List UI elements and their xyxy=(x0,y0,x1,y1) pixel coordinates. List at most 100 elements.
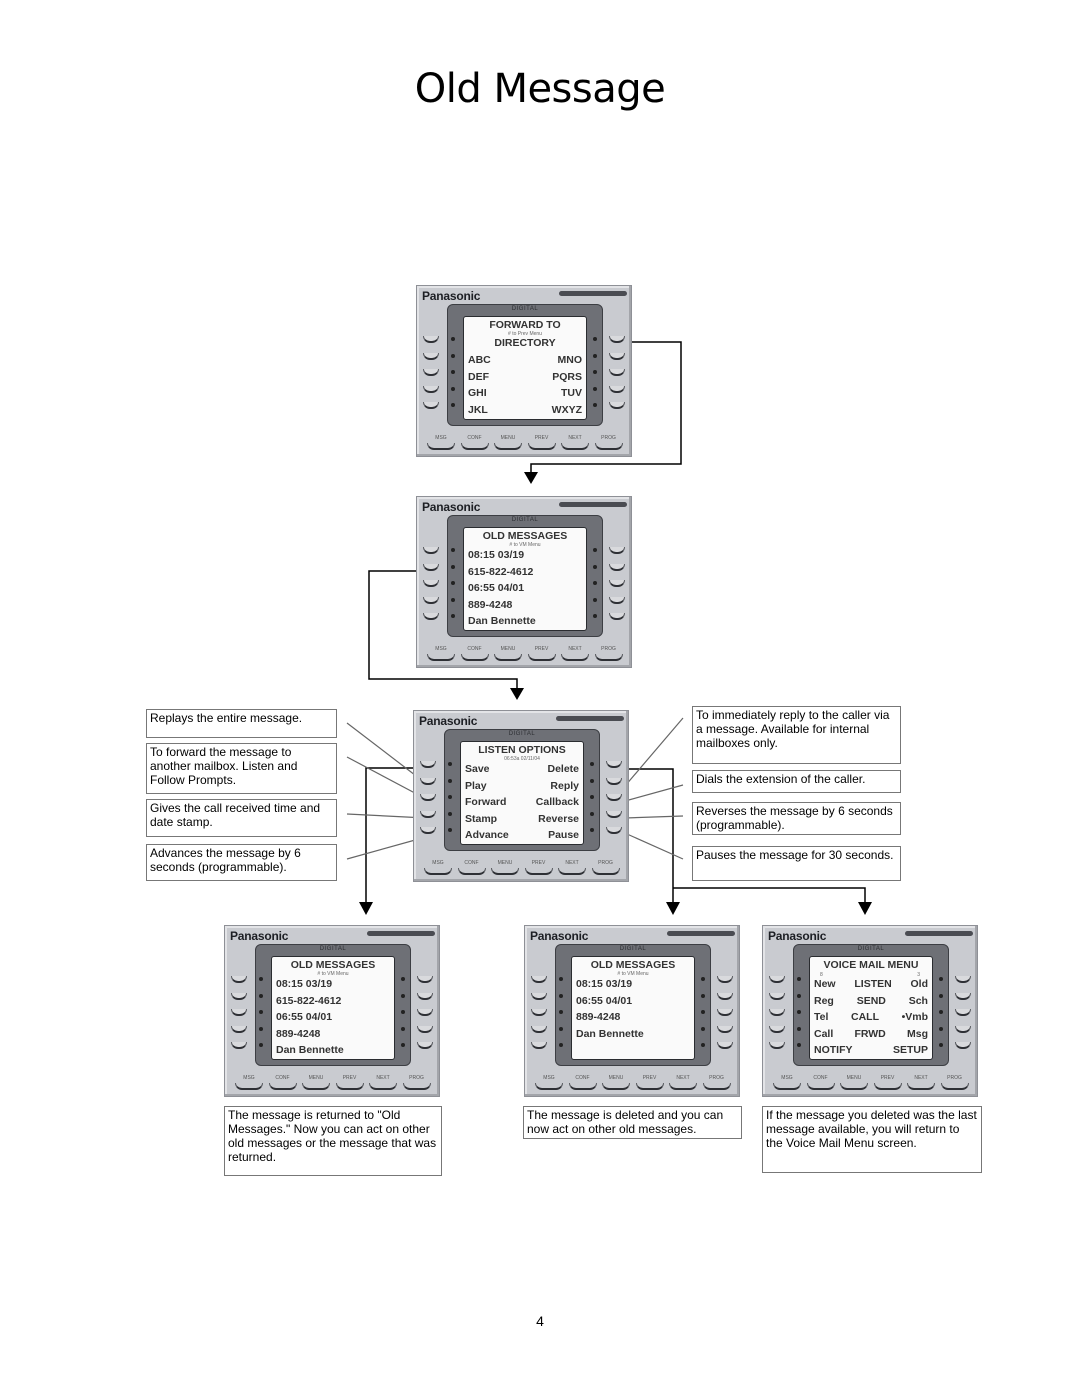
left-soft-key-3[interactable] xyxy=(769,1009,785,1016)
right-soft-key-3[interactable] xyxy=(417,1009,433,1016)
right-soft-key-1[interactable] xyxy=(955,976,971,983)
left-soft-key-4[interactable] xyxy=(423,385,439,393)
right-soft-key-4[interactable] xyxy=(609,596,625,604)
right-soft-key-3[interactable] xyxy=(609,369,625,376)
function-key-msg[interactable] xyxy=(235,1083,263,1090)
function-key-prev[interactable] xyxy=(635,1083,664,1090)
right-soft-key-2[interactable] xyxy=(417,992,433,1000)
left-soft-key-5[interactable] xyxy=(769,1042,785,1049)
right-soft-key-2[interactable] xyxy=(609,563,625,571)
function-key-next[interactable] xyxy=(561,443,589,450)
left-soft-key-2[interactable] xyxy=(531,992,547,1000)
function-key-prog[interactable] xyxy=(591,868,620,875)
function-key-conf[interactable] xyxy=(460,443,489,450)
left-soft-key-5[interactable] xyxy=(531,1042,547,1049)
function-key-prog[interactable] xyxy=(702,1083,731,1090)
left-soft-key-3[interactable] xyxy=(231,1009,247,1016)
function-key-menu[interactable] xyxy=(491,868,519,875)
function-key-menu[interactable] xyxy=(494,443,522,450)
left-soft-key-2[interactable] xyxy=(231,992,247,1000)
function-key-msg[interactable] xyxy=(535,1083,563,1090)
left-soft-key-2[interactable] xyxy=(420,777,436,785)
right-soft-key-4[interactable] xyxy=(609,385,625,393)
left-soft-key-1[interactable] xyxy=(769,976,785,983)
left-soft-key-3[interactable] xyxy=(420,794,436,801)
function-key-msg[interactable] xyxy=(427,443,455,450)
function-key-menu[interactable] xyxy=(840,1083,868,1090)
left-soft-key-3[interactable] xyxy=(423,369,439,376)
phone-forward-to-directory: Panasonic DIGITAL FORWARD TO # to Prev Menu… xyxy=(416,285,632,457)
right-soft-key-4[interactable] xyxy=(717,1025,733,1033)
right-key-led xyxy=(401,1010,405,1014)
function-key-conf[interactable] xyxy=(268,1083,297,1090)
function-key-prev[interactable] xyxy=(524,868,553,875)
right-soft-key-1[interactable] xyxy=(717,976,733,983)
function-key-prog[interactable] xyxy=(940,1083,969,1090)
menu-right-label: Msg xyxy=(906,1027,928,1040)
right-soft-key-3[interactable] xyxy=(609,580,625,587)
right-soft-key-4[interactable] xyxy=(606,810,622,818)
function-key-next[interactable] xyxy=(558,868,586,875)
left-soft-key-4[interactable] xyxy=(423,596,439,604)
function-key-prog[interactable] xyxy=(594,443,623,450)
right-soft-key-5[interactable] xyxy=(609,402,625,409)
right-soft-key-5[interactable] xyxy=(417,1042,433,1049)
left-soft-key-2[interactable] xyxy=(423,563,439,571)
left-soft-key-5[interactable] xyxy=(420,827,436,834)
left-soft-key-3[interactable] xyxy=(531,1009,547,1016)
right-soft-key-2[interactable] xyxy=(717,992,733,1000)
right-soft-key-5[interactable] xyxy=(606,827,622,834)
function-key-msg[interactable] xyxy=(424,868,452,875)
right-soft-key-2[interactable] xyxy=(606,777,622,785)
function-key-conf[interactable] xyxy=(457,868,486,875)
left-soft-key-4[interactable] xyxy=(769,1025,785,1033)
function-key-prev[interactable] xyxy=(527,654,556,661)
function-key-prev[interactable] xyxy=(527,443,556,450)
function-key-prog[interactable] xyxy=(402,1083,431,1090)
right-soft-key-2[interactable] xyxy=(609,352,625,360)
left-soft-key-4[interactable] xyxy=(420,810,436,818)
menu-right-label: Sch xyxy=(908,994,928,1007)
left-soft-key-1[interactable] xyxy=(420,761,436,768)
left-soft-key-5[interactable] xyxy=(423,402,439,409)
left-soft-key-2[interactable] xyxy=(423,352,439,360)
right-soft-key-1[interactable] xyxy=(609,547,625,554)
right-soft-key-3[interactable] xyxy=(606,794,622,801)
function-key-msg[interactable] xyxy=(773,1083,801,1090)
right-soft-key-5[interactable] xyxy=(955,1042,971,1049)
right-soft-key-4[interactable] xyxy=(417,1025,433,1033)
function-key-conf[interactable] xyxy=(460,654,489,661)
function-key-next[interactable] xyxy=(561,654,589,661)
right-soft-key-5[interactable] xyxy=(717,1042,733,1049)
function-key-prog[interactable] xyxy=(594,654,623,661)
left-soft-key-5[interactable] xyxy=(423,613,439,620)
right-soft-key-3[interactable] xyxy=(955,1009,971,1016)
right-soft-key-1[interactable] xyxy=(609,336,625,343)
function-key-next[interactable] xyxy=(907,1083,935,1090)
right-soft-key-1[interactable] xyxy=(417,976,433,983)
function-key-next[interactable] xyxy=(669,1083,697,1090)
function-key-menu[interactable] xyxy=(602,1083,630,1090)
left-soft-key-1[interactable] xyxy=(231,976,247,983)
left-soft-key-4[interactable] xyxy=(531,1025,547,1033)
right-soft-key-1[interactable] xyxy=(606,761,622,768)
function-key-msg[interactable] xyxy=(427,654,455,661)
left-soft-key-4[interactable] xyxy=(231,1025,247,1033)
right-soft-key-2[interactable] xyxy=(955,992,971,1000)
function-key-prev[interactable] xyxy=(335,1083,364,1090)
function-key-next[interactable] xyxy=(369,1083,397,1090)
right-soft-key-3[interactable] xyxy=(717,1009,733,1016)
function-key-menu[interactable] xyxy=(494,654,522,661)
left-soft-key-5[interactable] xyxy=(231,1042,247,1049)
right-soft-key-4[interactable] xyxy=(955,1025,971,1033)
left-soft-key-3[interactable] xyxy=(423,580,439,587)
left-soft-key-1[interactable] xyxy=(423,547,439,554)
left-soft-key-2[interactable] xyxy=(769,992,785,1000)
left-soft-key-1[interactable] xyxy=(423,336,439,343)
function-key-menu[interactable] xyxy=(302,1083,330,1090)
right-soft-key-5[interactable] xyxy=(609,613,625,620)
function-key-conf[interactable] xyxy=(568,1083,597,1090)
function-key-conf[interactable] xyxy=(806,1083,835,1090)
function-key-prev[interactable] xyxy=(873,1083,902,1090)
left-soft-key-1[interactable] xyxy=(531,976,547,983)
